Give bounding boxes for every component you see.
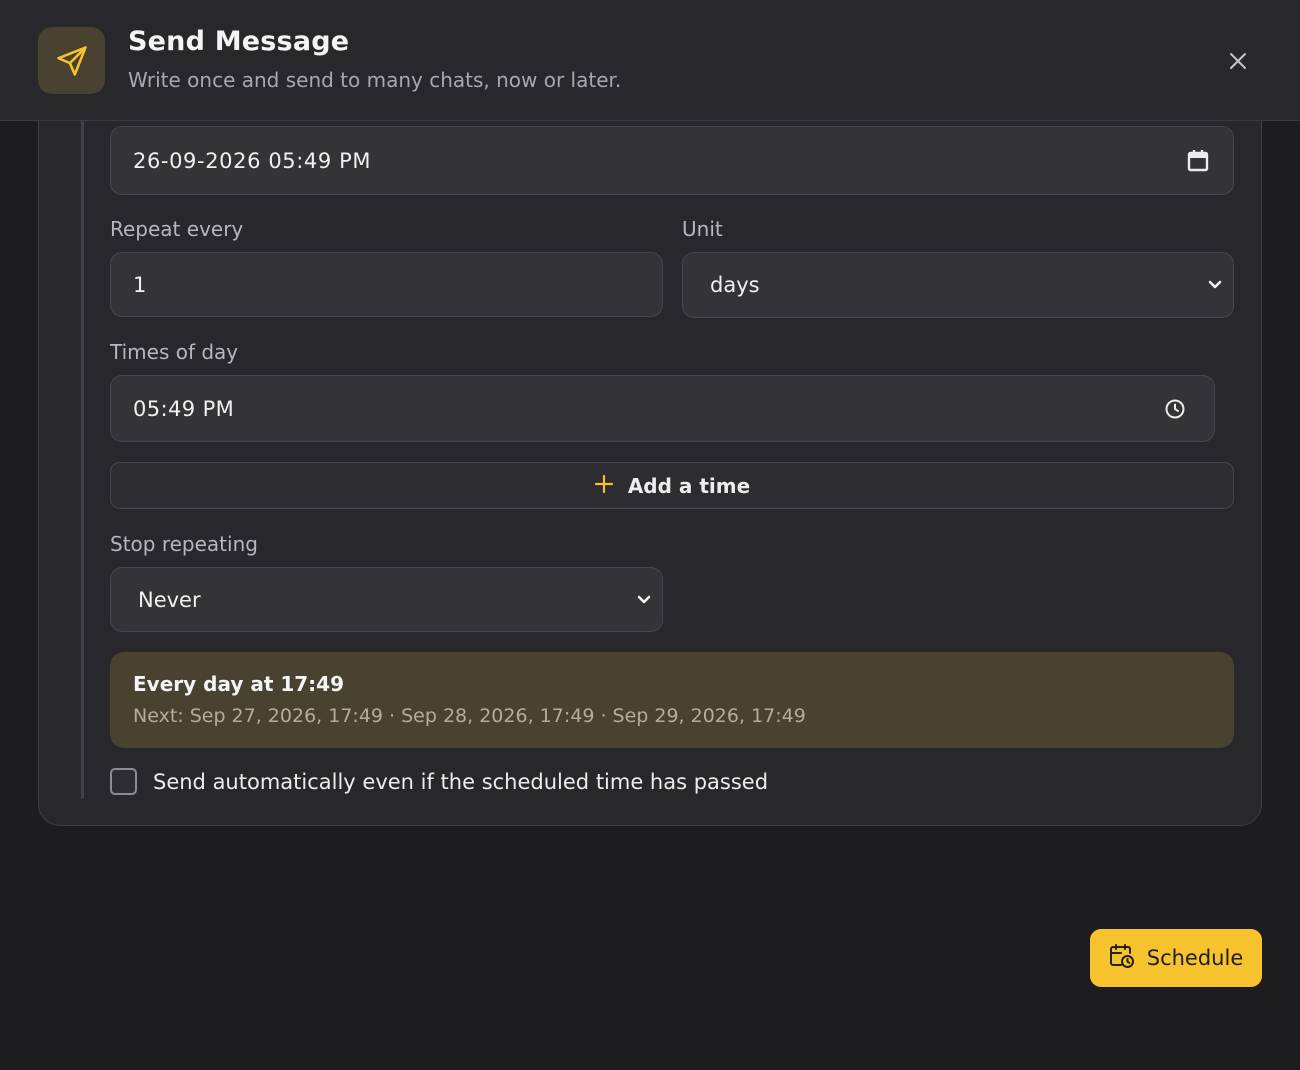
unit-value: days: [710, 273, 760, 297]
start-datetime-value: 26-09-2026 05:49 PM: [133, 148, 372, 173]
auto-send-checkbox[interactable]: [110, 768, 137, 795]
send-message-dialog: Send Message Write once and send to many…: [0, 0, 1300, 1070]
summary-title: Every day at 17:49: [133, 672, 345, 696]
send-icon: [38, 27, 105, 94]
chevron-down-icon: [1207, 273, 1223, 297]
close-icon: [1230, 53, 1246, 69]
add-time-label: Add a time: [627, 473, 751, 498]
calendar-icon[interactable]: [1187, 149, 1209, 178]
plus-icon: [594, 474, 614, 498]
chevron-down-icon: [636, 588, 652, 612]
summary-next-runs: Next: Sep 27, 2026, 17:49 · Sep 28, 2026…: [133, 705, 806, 727]
times-of-day-label: Times of day: [110, 340, 239, 364]
close-button[interactable]: [1223, 46, 1253, 76]
time-of-day-input[interactable]: 05:49 PM: [110, 375, 1215, 442]
unit-select[interactable]: days: [682, 252, 1234, 318]
stop-repeating-label: Stop repeating: [110, 532, 258, 556]
clock-icon[interactable]: [1164, 398, 1186, 425]
dialog-header: Send Message Write once and send to many…: [0, 0, 1300, 121]
auto-send-row: Send automatically even if the scheduled…: [110, 768, 768, 795]
add-time-button[interactable]: Add a time: [110, 462, 1234, 509]
repeat-every-value: 1: [133, 272, 147, 297]
calendar-clock-icon: [1109, 943, 1135, 973]
auto-send-label[interactable]: Send automatically even if the scheduled…: [153, 770, 768, 794]
schedule-label: Schedule: [1146, 946, 1244, 970]
repeat-every-input[interactable]: 1: [110, 252, 663, 317]
unit-label: Unit: [682, 217, 723, 241]
schedule-button[interactable]: Schedule: [1090, 929, 1262, 987]
start-datetime-input[interactable]: 26-09-2026 05:49 PM: [110, 126, 1234, 195]
stop-repeating-value: Never: [138, 587, 201, 612]
time-of-day-value: 05:49 PM: [133, 396, 235, 421]
repeat-every-label: Repeat every: [110, 217, 244, 241]
stop-repeating-select[interactable]: Never: [110, 567, 663, 632]
schedule-summary: Every day at 17:49 Next: Sep 27, 2026, 1…: [110, 652, 1234, 748]
section-rail: [81, 121, 84, 799]
dialog-title: Send Message: [128, 26, 350, 57]
dialog-subtitle: Write once and send to many chats, now o…: [128, 68, 622, 92]
